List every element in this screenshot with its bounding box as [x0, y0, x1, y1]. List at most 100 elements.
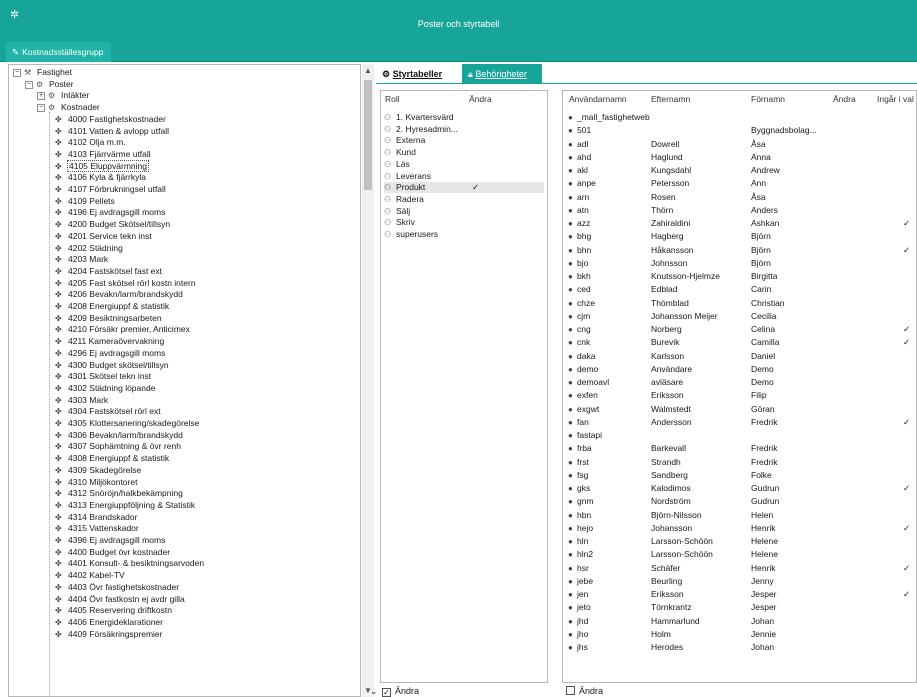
user-ingar-check[interactable]: ✓ [903, 589, 910, 600]
role-row[interactable]: ⚇ Skriv [384, 217, 544, 228]
tree-node[interactable]: ✤ 4402 Kabel-TV [55, 570, 125, 581]
roles-list[interactable]: Roll Ändra ⚇ 1. Kvartersvärd ⚇ 2. Hyresadmi… [380, 90, 548, 683]
expand-icon[interactable]: + [37, 92, 45, 101]
user-row[interactable]: ● exgwt Walmstedt Göran [563, 404, 916, 415]
role-row[interactable]: ⚇ Externa [384, 135, 544, 146]
tree-node[interactable]: ✤ 4396 Ej avdragsgill moms [55, 535, 165, 546]
tree-node[interactable]: ✤ 4106 Kyla & fjärrkyla [55, 172, 146, 183]
tree-node[interactable]: − ⚒ Fastighet [13, 67, 72, 78]
role-row[interactable]: ⚇ Läs [384, 159, 544, 170]
tree-node[interactable]: ✤ 4400 Budget övr kostnader [55, 547, 170, 558]
user-row[interactable]: ● atn Thörn Anders [563, 205, 916, 216]
tree-node[interactable]: ✤ 4405 Reservering driftkostn [55, 605, 172, 616]
tree-node[interactable]: ✤ 4315 Vattenskador [55, 523, 139, 534]
collapse-icon[interactable]: − [13, 69, 21, 77]
role-row[interactable]: ⚇ Leverans [384, 171, 544, 182]
role-row[interactable]: ⚇ 2. Hyresadmin... [384, 124, 544, 135]
users-table[interactable]: Användarnamn Efternamn Förnamn Ändra Ing… [562, 90, 917, 683]
user-row[interactable]: ● bhg Hagberg Björn [563, 231, 916, 242]
tree-node[interactable]: ✤ 4203 Mark [55, 254, 108, 265]
user-row[interactable]: ● bjo Johnsson Björn [563, 258, 916, 269]
tree-node[interactable]: + ⚙ Intäkter [37, 90, 89, 101]
column-header-anvandarnamn[interactable]: Användarnamn [569, 94, 627, 104]
tree-node[interactable]: ✤ 4200 Budget Skötsel/tillsyn [55, 219, 170, 230]
tree-node[interactable]: ✤ 4403 Övr fastighetskostnader [55, 582, 179, 593]
tree-collapse-chevron[interactable]: ⌄ [370, 686, 378, 697]
role-row[interactable]: ⚇ 1. Kvartersvärd [384, 112, 544, 123]
user-row[interactable]: ● jho Holm Jennie [563, 629, 916, 640]
user-row[interactable]: ● jeto Törnkrantz Jesper [563, 602, 916, 613]
user-row[interactable]: ● gks Kalodimos Gudrun ✓ [563, 483, 916, 494]
tree-node[interactable]: ✤ 4313 Energiuppföljning & Statistik [55, 500, 195, 511]
tree-node[interactable]: ✤ 4103 Fjärrvärme utfall [55, 149, 151, 160]
user-row[interactable]: ● exfen Eriksson Filip [563, 390, 916, 401]
user-row[interactable]: ● demoavl avläsare Demo [563, 377, 916, 388]
user-ingar-check[interactable]: ✓ [903, 523, 910, 534]
tree-node[interactable]: − ⚙ Poster [25, 79, 74, 90]
user-row[interactable]: ● arn Rosen Åsa [563, 192, 916, 203]
tree-node[interactable]: ✤ 4201 Service tekn inst [55, 231, 152, 242]
role-row[interactable]: ⚇ Kund [384, 147, 544, 158]
user-row[interactable]: ● akl Kungsdahl Andrew [563, 165, 916, 176]
tree-node[interactable]: ✤ 4211 Kameraövervakning [55, 336, 164, 347]
user-row[interactable]: ● _mall_fastighetweb [563, 112, 916, 123]
tree-node[interactable]: ✤ 4304 Fastskötsel rörl ext [55, 406, 161, 417]
tree-node[interactable]: ✤ 4204 Fastskötsel fast ext [55, 266, 162, 277]
column-header-fornamn[interactable]: Förnamn [751, 94, 785, 104]
role-row[interactable]: ⚇ superusers [384, 229, 544, 240]
user-row[interactable]: ● jebe Beurling Jenny [563, 576, 916, 587]
user-ingar-check[interactable]: ✓ [903, 563, 910, 574]
tree-node[interactable]: ✤ 4210 Försäkr premier, Anticimex [55, 324, 190, 335]
tree-node[interactable]: ✤ 4206 Bevakn/larm/brandskydd [55, 289, 183, 300]
collapse-icon[interactable]: − [37, 104, 45, 113]
tree-node[interactable]: ✤ 4309 Skadegörelse [55, 465, 141, 476]
user-row[interactable]: ● cnk Burevik Camilla ✓ [563, 337, 916, 348]
scroll-up-icon[interactable]: ▲ [364, 66, 372, 75]
user-row[interactable]: ● ced Edblad Carin [563, 284, 916, 295]
user-row[interactable]: ● hln Larsson-Schöön Helene [563, 536, 916, 547]
tree-node[interactable]: ✤ 4307 Sophämtning & övr renh [55, 441, 181, 452]
roles-andra-checkbox[interactable]: ✓ Ändra [382, 686, 419, 697]
user-ingar-check[interactable]: ✓ [903, 337, 910, 348]
user-row[interactable]: ● jen Eriksson Jesper ✓ [563, 589, 916, 600]
user-ingar-check[interactable]: ✓ [903, 324, 910, 335]
user-row[interactable]: ● frba Barkevall Fredrik [563, 443, 916, 454]
tree-node[interactable]: ✤ 4105 Eluppvärmning [55, 159, 149, 172]
user-row[interactable]: ● chze Thömblad Christian [563, 298, 916, 309]
column-header-ingar-i-val[interactable]: Ingår i val [877, 94, 914, 104]
column-header-andra[interactable]: Ändra [833, 94, 856, 104]
tree-node[interactable]: ✤ 4314 Brandskador [55, 512, 137, 523]
user-row[interactable]: ● jhs Herodes Johan [563, 642, 916, 653]
tree-scrollbar[interactable]: ▲ ▼ [362, 64, 374, 697]
tree-node[interactable]: ✤ 4409 Försäkringspremier [55, 629, 162, 640]
user-row[interactable]: ● hsr Schäfer Henrik ✓ [563, 563, 916, 574]
role-row[interactable]: ⚇ Radera [384, 194, 544, 205]
user-row[interactable]: ● anpe Petersson Ann [563, 178, 916, 189]
collapse-icon[interactable]: − [25, 80, 33, 89]
user-row[interactable]: ● hejo Johansson Henrik ✓ [563, 523, 916, 534]
tree-node[interactable]: ✤ 4107 Förbrukningsel utfall [55, 184, 166, 195]
user-row[interactable]: ● gnm Nordström Gudrun [563, 496, 916, 507]
tree-node[interactable]: ✤ 4209 Besiktningsarbeten [55, 313, 162, 324]
user-row[interactable]: ● bhn Håkansson Björn ✓ [563, 245, 916, 256]
tree-node[interactable]: ✤ 4306 Bevakn/larm/brandskydd [55, 430, 183, 441]
user-row[interactable]: ● adl Dowrell Åsa [563, 139, 916, 150]
role-row[interactable]: ⚇ Produkt ✓ [384, 182, 544, 194]
tree-node[interactable]: ✤ 4305 Klottersanering/skadegörelse [55, 418, 199, 429]
tab-kostnadsstallesgrupp[interactable]: ✎ Kostnadsställesgrupp [6, 42, 112, 62]
user-row[interactable]: ● cng Norberg Celina ✓ [563, 324, 916, 335]
tree-node[interactable]: ✤ 4312 Snöröjn/halkbekämpning [55, 488, 183, 499]
tree-node[interactable]: ✤ 4404 Övr fastkostn ej avdr gilla [55, 594, 185, 605]
post-tree[interactable]: − ⚒ Fastighet − ⚙ Poster + ⚙ Intäkter − ⚙ Kostnader… [8, 64, 361, 697]
user-row[interactable]: ● bkh Knutsson-Hjelmze Birgitta [563, 271, 916, 282]
scroll-thumb[interactable] [364, 80, 372, 190]
user-row[interactable]: ● hbn Björn-Nilsson Helen [563, 510, 916, 521]
tree-node[interactable]: ✤ 4406 Energideklarationer [55, 617, 163, 628]
tree-node[interactable]: ✤ 4205 Fast skötsel rörl kostn intern [55, 278, 196, 289]
column-header-efternamn[interactable]: Efternamn [651, 94, 690, 104]
user-row[interactable]: ● fan Andersson Fredrik ✓ [563, 417, 916, 428]
user-row[interactable]: ● daka Karlsson Daniel [563, 351, 916, 362]
user-row[interactable]: ● azz Zahiraldini Ashkan ✓ [563, 218, 916, 229]
column-header-roll[interactable]: Roll [385, 94, 400, 104]
tree-node[interactable]: ✤ 4102 Olja m.m. [55, 137, 126, 148]
